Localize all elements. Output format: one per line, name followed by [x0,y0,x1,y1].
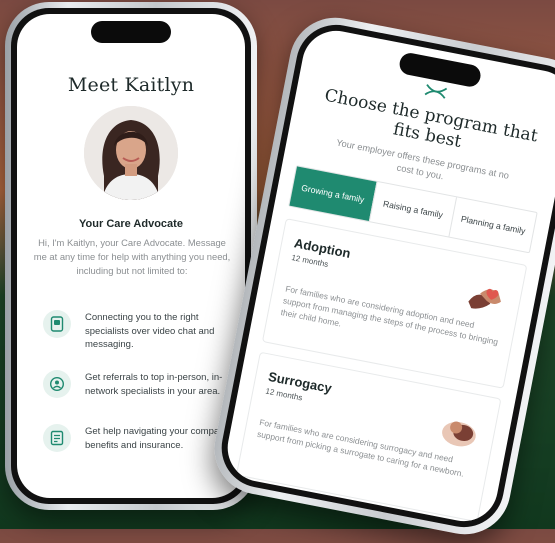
newborn-icon [436,411,483,457]
tab-planning-a-family[interactable]: Planning a family [448,197,537,253]
hands-heart-icon [462,277,509,323]
document-icon [43,424,71,452]
intro-text: Hi, I'm Kaitlyn, your Care Advocate. Mes… [33,237,231,276]
right-screen: Choose the program that fits best Your e… [221,25,555,527]
feature-item: Connecting you to the right specialists … [43,310,235,352]
phone-right: Choose the program that fits best Your e… [206,9,555,543]
advocate-title: Your Care Advocate [79,218,183,230]
dynamic-island [397,51,483,89]
page-title: Meet Kaitlyn [67,74,195,96]
scene: Meet Kaitlyn Your Care Advocate Hi, I'm … [0,0,555,543]
tab-raising-a-family[interactable]: Raising a family [368,181,457,237]
referral-icon [43,370,71,398]
video-chat-icon [43,310,71,338]
tab-growing-a-family[interactable]: Growing a family [289,166,377,221]
maven-logo-icon [423,82,448,104]
feature-item: Get referrals to top in-person, in-netwo… [43,370,235,398]
feature-text: Get referrals to top in-person, in-netwo… [85,372,223,397]
feature-text: Get help navigating your company benefit… [85,426,230,451]
feature-text: Connecting you to the right specialists … [85,312,215,350]
dynamic-island [91,21,171,43]
left-screen: Meet Kaitlyn Your Care Advocate Hi, I'm … [17,14,245,498]
avatar [84,106,178,200]
feature-item: Get help navigating your company benefit… [43,424,235,452]
